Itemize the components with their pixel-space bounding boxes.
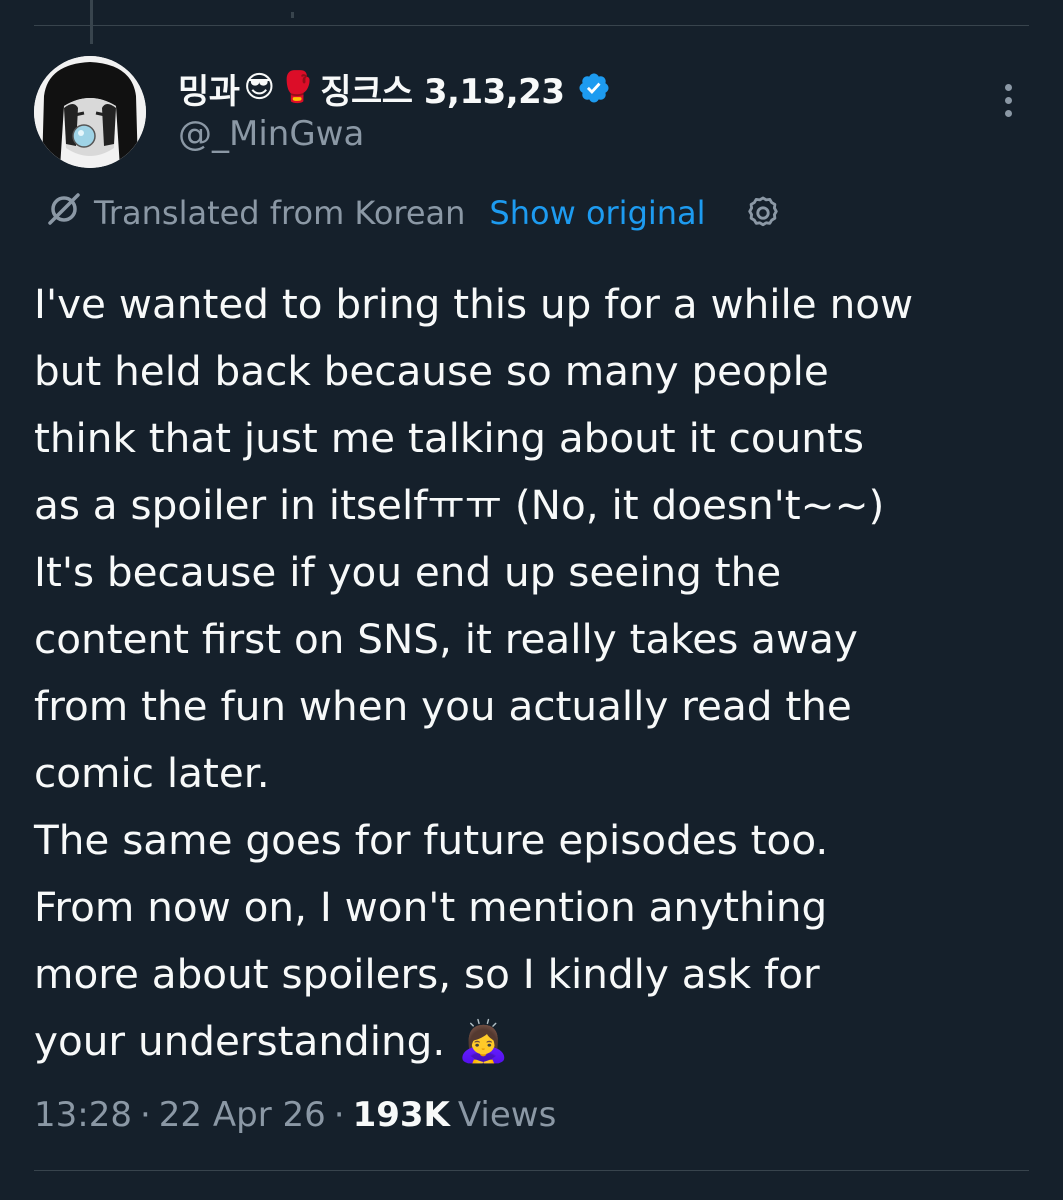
tweet-line: content first on SNS, it really takes aw… xyxy=(34,615,858,663)
meta-separator: · xyxy=(333,1095,345,1135)
tweet-line: It's because if you end up seeing the xyxy=(34,548,782,596)
tweet-line: From now on, I won't mention anything xyxy=(34,883,828,931)
translated-from-label: Translated from Korean xyxy=(94,194,466,232)
display-name-row[interactable]: 밍과 😎 🥊 징크스 3,13,23 xyxy=(178,64,611,112)
tweet-date[interactable]: 22 Apr 26 xyxy=(159,1095,326,1135)
tweet-line: comic later. xyxy=(34,749,270,797)
tweet-line: more about spoilers, so I kindly ask for xyxy=(34,950,820,998)
show-original-link[interactable]: Show original xyxy=(489,194,705,232)
tweet-line-last: your understanding. 🙇‍♀️ xyxy=(34,1008,1034,1075)
translate-slash-icon xyxy=(44,189,84,237)
tweet-line: from the fun when you actually read the xyxy=(34,682,852,730)
display-name-prefix[interactable]: 밍과 xyxy=(178,64,240,113)
avatar[interactable] xyxy=(34,56,146,168)
display-name-suffix[interactable]: 징크스 3,13,23 xyxy=(320,64,565,113)
tweet-text: I've wanted to bring this up for a while… xyxy=(34,271,1034,1075)
tweet-time[interactable]: 13:28 xyxy=(34,1095,132,1135)
tweet-line-text: your understanding. xyxy=(34,1017,446,1065)
top-divider xyxy=(34,25,1029,26)
meta-separator: · xyxy=(139,1095,151,1135)
tweet-line: I've wanted to bring this up for a while… xyxy=(34,280,914,328)
tweet-line: but held back because so many people xyxy=(34,347,829,395)
tweet-line: think that just me talking about it coun… xyxy=(34,414,864,462)
tweet-meta: 13:28 · 22 Apr 26 · 193K Views xyxy=(34,1088,556,1142)
more-vertical-icon-dot xyxy=(1004,109,1012,117)
translation-bar: Translated from Korean Show original xyxy=(44,190,782,236)
bowing-woman-emoji: 🙇‍♀️ xyxy=(458,1017,509,1065)
gear-icon[interactable] xyxy=(744,194,782,232)
thread-connector-dot xyxy=(291,12,294,18)
more-vertical-icon-dot xyxy=(1004,83,1012,91)
bottom-divider xyxy=(34,1170,1029,1171)
author-handle[interactable]: @_MinGwa xyxy=(178,114,364,154)
boxing-glove-emoji: 🥊 xyxy=(278,70,317,105)
more-options-button[interactable] xyxy=(992,78,1024,122)
sunglasses-emoji: 😎 xyxy=(243,70,275,105)
tweet-line: The same goes for future episodes too. xyxy=(34,816,829,864)
thread-connector-line xyxy=(90,0,93,44)
more-vertical-icon-dot xyxy=(1004,96,1012,104)
views-label[interactable]: Views xyxy=(458,1095,556,1135)
tweet-line: as a spoiler in itselfㅠㅠ (No, it doesn't… xyxy=(34,481,885,529)
verified-badge-icon[interactable] xyxy=(577,71,611,105)
views-count[interactable]: 193K xyxy=(353,1095,450,1135)
